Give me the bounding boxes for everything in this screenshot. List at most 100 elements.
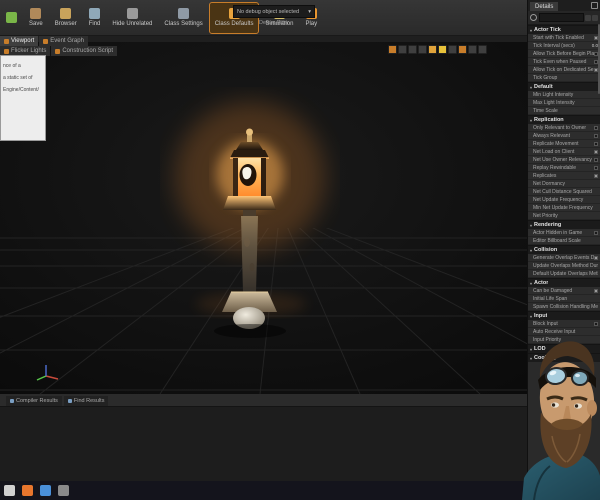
property-label: Net Update Frequency (533, 196, 584, 203)
property-row-update-overlaps-method-during-level-str[interactable]: Update Overlaps Method During Level Str (528, 262, 600, 270)
scale-snap-button[interactable] (448, 45, 457, 54)
chevron-down-icon: ▾ (530, 84, 533, 90)
eye-left (551, 403, 556, 407)
property-row-allow-tick-on-dedicated-server[interactable]: Allow Tick on Dedicated Server (528, 66, 600, 74)
section-header-input[interactable]: ▾ Input (528, 311, 600, 320)
chrome-icon[interactable] (40, 485, 51, 496)
tab-event-graph[interactable]: Event Graph (39, 36, 88, 46)
property-label: Replay Rewindable (533, 164, 577, 171)
start-icon[interactable] (4, 485, 15, 496)
checkbox[interactable] (594, 141, 598, 146)
property-row-net-cull-distance-squared[interactable]: Net Cull Distance Squared (528, 188, 600, 196)
section-header-rendering[interactable]: ▾ Rendering (528, 220, 600, 229)
grid-snap-button[interactable] (428, 45, 437, 54)
property-row-replicates[interactable]: Replicates (528, 172, 600, 180)
section-title: Collision (534, 247, 558, 253)
results-tab-icon (10, 399, 14, 403)
toolbar-find-button[interactable]: Find (84, 3, 106, 33)
property-row-replicate-movement[interactable]: Replicate Movement (528, 140, 600, 148)
view-mode-button[interactable] (398, 45, 407, 54)
save-icon (30, 8, 42, 19)
property-row-net-load-on-client[interactable]: Net Load on Client (528, 148, 600, 156)
property-row-can-be-damaged[interactable]: Can be Damaged (528, 287, 600, 295)
section-header-actor[interactable]: ▾ Actor (528, 278, 600, 287)
tab-compiler-results[interactable]: Compiler Results (6, 396, 62, 406)
surface-snap-button[interactable] (458, 45, 467, 54)
viewport-3d[interactable] (0, 42, 527, 394)
property-row-actor-hidden-in-game[interactable]: Actor Hidden in Game (528, 229, 600, 237)
checkbox[interactable] (594, 125, 598, 130)
maximize-button[interactable] (478, 45, 487, 54)
tooltip-text: Engine/Content/ (3, 87, 39, 93)
section-header-replication[interactable]: ▾ Replication (528, 115, 600, 124)
checkbox[interactable] (594, 165, 598, 170)
details-tabbar: Details (528, 0, 600, 11)
gear-icon[interactable] (592, 14, 598, 21)
property-row-always-relevant[interactable]: Always Relevant (528, 132, 600, 140)
checkbox[interactable] (594, 288, 598, 293)
toolbar-browser-button[interactable]: Browser (50, 3, 82, 33)
toolbar-button-label: Hide Unrelated (112, 21, 153, 27)
section-header-default[interactable]: ▾ Default (528, 82, 600, 91)
property-row-only-relevant-to-owner[interactable]: Only Relevant to Owner (528, 124, 600, 132)
lock-icon[interactable] (591, 2, 598, 9)
property-row-initial-life-span[interactable]: Initial Life Span (528, 295, 600, 303)
property-row-max-light-intensity[interactable]: Max Light Intensity (528, 99, 600, 107)
property-row-min-light-intensity[interactable]: Min Light Intensity (528, 91, 600, 99)
checkbox[interactable] (594, 255, 598, 260)
property-row-tick-even-when-paused[interactable]: Tick Even when Paused (528, 58, 600, 66)
property-row-spawn-collision-handling-method[interactable]: Spawn Collision Handling Method (528, 303, 600, 311)
tab-construction-script[interactable]: Construction Script (51, 46, 118, 56)
filter-icon[interactable] (585, 14, 591, 21)
goggle-lens-right (571, 370, 589, 386)
details-search-input[interactable] (539, 13, 584, 22)
property-row-tick-group[interactable]: Tick Group (528, 74, 600, 82)
debug-object-dropdown[interactable]: No debug object selected ▾ (233, 5, 315, 18)
property-row-start-with-tick-enabled[interactable]: Start with Tick Enabled (528, 34, 600, 42)
camera-speed-button[interactable] (388, 45, 397, 54)
checkbox[interactable] (594, 149, 598, 154)
camera-settings-button[interactable] (468, 45, 477, 54)
property-row-default-update-overlaps-method-during[interactable]: Default Update Overlaps Method During (528, 270, 600, 278)
artist-photo (522, 341, 600, 500)
app-icon[interactable] (58, 485, 69, 496)
checkbox[interactable] (594, 173, 598, 178)
property-row-min-net-update-frequency[interactable]: Min Net Update Frequency (528, 204, 600, 212)
show-flags-button[interactable] (418, 45, 427, 54)
toolbar-compile-button[interactable] (1, 3, 22, 33)
property-row-net-priority[interactable]: Net Priority (528, 212, 600, 220)
property-label: Can be Damaged (533, 287, 573, 294)
lit-mode-button[interactable] (408, 45, 417, 54)
property-label: Initial Life Span (533, 295, 568, 302)
rotation-snap-button[interactable] (438, 45, 447, 54)
section-header-collision[interactable]: ▾ Collision (528, 245, 600, 254)
toolbar-class-settings-button[interactable]: Class Settings (159, 3, 207, 33)
checkbox[interactable] (594, 230, 598, 235)
tab-details[interactable]: Details (530, 2, 559, 11)
toolbar-save-button[interactable]: Save (24, 3, 48, 33)
results-tab-icon (67, 399, 72, 403)
tab-label: Construction Script (62, 48, 114, 54)
property-row-replay-rewindable[interactable]: Replay Rewindable (528, 164, 600, 172)
tooltip-popup: nce of a a static set of Engine/Content/ (0, 55, 46, 141)
property-row-allow-tick-before-begin-play[interactable]: Allow Tick Before Begin Play (528, 50, 600, 58)
property-row-time-scale[interactable]: Time Scale (528, 107, 600, 115)
toolbar-hide-unrelated-button[interactable]: Hide Unrelated (107, 3, 157, 33)
tab-find-results[interactable]: Find Results (63, 396, 109, 406)
section-header-actor-tick[interactable]: ▾ Actor Tick (528, 25, 600, 34)
property-row-net-use-owner-relevancy[interactable]: Net Use Owner Relevancy (528, 156, 600, 164)
firefox-icon[interactable] (22, 485, 33, 496)
chevron-down-icon: ▾ (530, 27, 533, 33)
checkbox[interactable] (594, 157, 598, 162)
tooltip-text: a static set of (3, 75, 33, 81)
checkbox[interactable] (594, 321, 598, 326)
details-sections: ▾ Actor Tick Start with Tick Enabled Tick I… (528, 25, 600, 362)
checkbox[interactable] (594, 133, 598, 138)
property-row-tick-interval-secs-[interactable]: Tick Interval (secs) 0.0 (528, 42, 600, 50)
property-row-net-dormancy[interactable]: Net Dormancy (528, 180, 600, 188)
property-row-generate-overlap-events-during-level-str[interactable]: Generate Overlap Events During Level Str (528, 254, 600, 262)
details-search-row (528, 11, 600, 25)
tab-viewport[interactable]: Viewport (0, 36, 39, 46)
property-row-net-update-frequency[interactable]: Net Update Frequency (528, 196, 600, 204)
property-row-editor-billboard-scale[interactable]: Editor Billboard Scale (528, 237, 600, 245)
